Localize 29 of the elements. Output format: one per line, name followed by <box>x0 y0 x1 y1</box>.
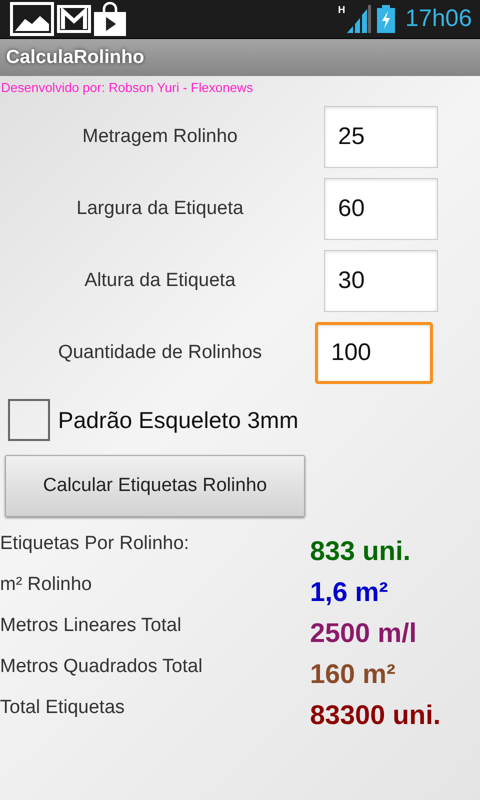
result-label: Metros Quadrados Total <box>0 656 204 678</box>
mail-icon <box>57 5 91 33</box>
input-field[interactable]: 30 <box>324 250 438 312</box>
result-label: m² Rolinho <box>0 574 93 596</box>
result-value: 83300 uni. <box>310 700 441 731</box>
checkbox-label: Padrão Esqueleto 3mm <box>58 406 298 434</box>
input-field[interactable]: 60 <box>324 178 438 240</box>
result-value: 833 uni. <box>310 536 411 567</box>
result-value: 2500 m/l <box>310 618 417 649</box>
input-field[interactable]: 25 <box>324 106 438 168</box>
result-label: Etiquetas Por Rolinho: <box>0 533 190 555</box>
checkbox[interactable] <box>8 399 50 441</box>
field-label: Altura da Etiqueta <box>83 270 237 292</box>
result-label: Metros Lineares Total <box>0 615 182 637</box>
credit-text: Desenvolvido por: Robson Yuri - Flexonews <box>1 80 254 95</box>
calculate-button[interactable]: Calcular Etiquetas Rolinho <box>5 455 305 517</box>
result-value: 1,6 m² <box>310 577 388 608</box>
input-field[interactable]: 100 <box>315 322 433 384</box>
field-label: Quantidade de Rolinhos <box>57 342 263 364</box>
clock-time: 17h06 <box>405 5 472 33</box>
signal-icon <box>347 5 372 33</box>
result-value: 160 m² <box>310 659 396 690</box>
field-label: Metragem Rolinho <box>81 126 239 148</box>
picture-icon <box>10 2 54 36</box>
field-label: Largura da Etiqueta <box>76 198 244 220</box>
app-title: CalculaRolinho <box>6 46 144 68</box>
result-label: Total Etiquetas <box>0 697 126 719</box>
network-type-label: H <box>338 5 346 16</box>
battery-charging-icon <box>377 5 396 33</box>
